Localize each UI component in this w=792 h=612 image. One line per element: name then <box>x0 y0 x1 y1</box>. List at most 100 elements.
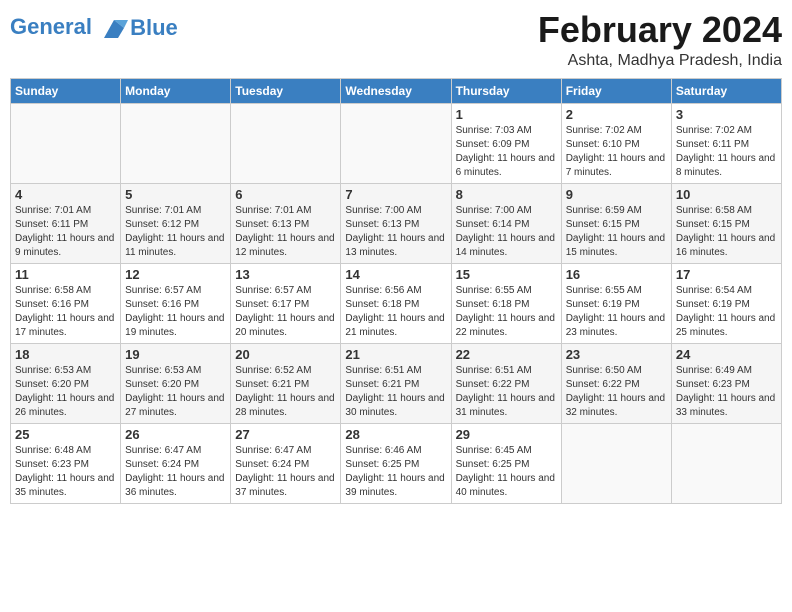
day-number: 25 <box>15 427 116 442</box>
calendar-cell: 1Sunrise: 7:03 AM Sunset: 6:09 PM Daylig… <box>451 103 561 183</box>
calendar-week-row: 11Sunrise: 6:58 AM Sunset: 6:16 PM Dayli… <box>11 263 782 343</box>
day-number: 18 <box>15 347 116 362</box>
col-header-monday: Monday <box>121 78 231 103</box>
day-number: 10 <box>676 187 777 202</box>
day-number: 24 <box>676 347 777 362</box>
day-info: Sunrise: 6:51 AM Sunset: 6:22 PM Dayligh… <box>456 364 557 420</box>
calendar-week-row: 18 Sunrise: 6:53 AM Sunset: 6:20 PM Dayli… <box>11 343 782 423</box>
calendar-cell <box>341 103 451 183</box>
logo-general: General <box>10 14 92 39</box>
day-number: 11 <box>15 267 116 282</box>
calendar-week-row: 4 Sunrise: 7:01 AM Sunset: 6:11 PM Daylig… <box>11 183 782 263</box>
calendar-cell: 20 Sunrise: 6:52 AM Sunset: 6:21 PM Dayli… <box>231 343 341 423</box>
day-number: 2 <box>566 107 667 122</box>
calendar-cell: 15Sunrise: 6:55 AM Sunset: 6:18 PM Dayli… <box>451 263 561 343</box>
day-info: Sunrise: 6:57 AM Sunset: 6:16 PM Dayligh… <box>125 284 226 340</box>
day-info: Sunrise: 6:50 AM Sunset: 6:22 PM Dayligh… <box>566 364 667 420</box>
calendar-cell: 17 Sunrise: 6:54 AM Sunset: 6:19 PM Dayli… <box>671 263 781 343</box>
day-info: Sunrise: 6:51 AM Sunset: 6:21 PM Dayligh… <box>345 364 446 420</box>
day-number: 21 <box>345 347 446 362</box>
calendar-cell: 18Sunrise: 6:53 AM Sunset: 6:20 PM Dayli… <box>11 343 121 423</box>
day-info: Sunrise: 7:01 AM Sunset: 6:12 PM Dayligh… <box>125 204 226 260</box>
day-number: 15 <box>456 267 557 282</box>
day-number: 13 <box>235 267 336 282</box>
day-info: Sunrise: 7:02 AM Sunset: 6:10 PM Dayligh… <box>566 124 667 180</box>
day-info: Sunrise: 6:49 AM Sunset: 6:23 PM Dayligh… <box>676 364 777 420</box>
day-info: Sunrise: 6:45 AM Sunset: 6:25 PM Dayligh… <box>456 444 557 500</box>
day-info: Sunrise: 7:01 AM Sunset: 6:13 PM Dayligh… <box>235 204 336 260</box>
day-number: 22 <box>456 347 557 362</box>
day-info: Sunrise: 7:03 AM Sunset: 6:09 PM Dayligh… <box>456 124 557 180</box>
title-block: February 2024 Ashta, Madhya Pradesh, Ind… <box>538 10 782 70</box>
day-info: Sunrise: 6:46 AM Sunset: 6:25 PM Dayligh… <box>345 444 446 500</box>
day-info: Sunrise: 7:02 AM Sunset: 6:11 PM Dayligh… <box>676 124 777 180</box>
day-info: Sunrise: 6:47 AM Sunset: 6:24 PM Dayligh… <box>125 444 226 500</box>
day-info: Sunrise: 7:00 AM Sunset: 6:13 PM Dayligh… <box>345 204 446 260</box>
calendar-cell: 27 Sunrise: 6:47 AM Sunset: 6:24 PM Dayli… <box>231 423 341 503</box>
calendar-cell: 28Sunrise: 6:46 AM Sunset: 6:25 PM Dayli… <box>341 423 451 503</box>
calendar-cell <box>11 103 121 183</box>
calendar-cell: 29 Sunrise: 6:45 AM Sunset: 6:25 PM Dayli… <box>451 423 561 503</box>
day-number: 6 <box>235 187 336 202</box>
day-number: 29 <box>456 427 557 442</box>
day-number: 19 <box>125 347 226 362</box>
day-info: Sunrise: 6:56 AM Sunset: 6:18 PM Dayligh… <box>345 284 446 340</box>
day-number: 12 <box>125 267 226 282</box>
day-number: 4 <box>15 187 116 202</box>
calendar-cell: 3 Sunrise: 7:02 AM Sunset: 6:11 PM Daylig… <box>671 103 781 183</box>
calendar-cell: 2 Sunrise: 7:02 AM Sunset: 6:10 PM Daylig… <box>561 103 671 183</box>
calendar-cell: 10 Sunrise: 6:58 AM Sunset: 6:15 PM Dayli… <box>671 183 781 263</box>
day-number: 17 <box>676 267 777 282</box>
day-number: 5 <box>125 187 226 202</box>
calendar-cell: 6 Sunrise: 7:01 AM Sunset: 6:13 PM Daylig… <box>231 183 341 263</box>
day-info: Sunrise: 6:59 AM Sunset: 6:15 PM Dayligh… <box>566 204 667 260</box>
calendar-cell: 25 Sunrise: 6:48 AM Sunset: 6:23 PM Dayli… <box>11 423 121 503</box>
day-info: Sunrise: 6:55 AM Sunset: 6:19 PM Dayligh… <box>566 284 667 340</box>
day-info: Sunrise: 7:01 AM Sunset: 6:11 PM Dayligh… <box>15 204 116 260</box>
day-info: Sunrise: 6:58 AM Sunset: 6:15 PM Dayligh… <box>676 204 777 260</box>
calendar-cell: 19 Sunrise: 6:53 AM Sunset: 6:20 PM Dayli… <box>121 343 231 423</box>
calendar-cell <box>121 103 231 183</box>
calendar-cell: 14 Sunrise: 6:56 AM Sunset: 6:18 PM Dayli… <box>341 263 451 343</box>
calendar-cell: 26 Sunrise: 6:47 AM Sunset: 6:24 PM Dayli… <box>121 423 231 503</box>
calendar-cell <box>231 103 341 183</box>
day-number: 14 <box>345 267 446 282</box>
col-header-sunday: Sunday <box>11 78 121 103</box>
day-number: 27 <box>235 427 336 442</box>
day-info: Sunrise: 6:47 AM Sunset: 6:24 PM Dayligh… <box>235 444 336 500</box>
day-number: 8 <box>456 187 557 202</box>
col-header-tuesday: Tuesday <box>231 78 341 103</box>
day-number: 9 <box>566 187 667 202</box>
calendar-cell: 13 Sunrise: 6:57 AM Sunset: 6:17 PM Dayli… <box>231 263 341 343</box>
calendar-cell: 12 Sunrise: 6:57 AM Sunset: 6:16 PM Dayli… <box>121 263 231 343</box>
calendar-header-row: SundayMondayTuesdayWednesdayThursdayFrid… <box>11 78 782 103</box>
day-number: 26 <box>125 427 226 442</box>
calendar-cell <box>671 423 781 503</box>
col-header-thursday: Thursday <box>451 78 561 103</box>
day-number: 23 <box>566 347 667 362</box>
day-info: Sunrise: 6:52 AM Sunset: 6:21 PM Dayligh… <box>235 364 336 420</box>
calendar-cell: 4 Sunrise: 7:01 AM Sunset: 6:11 PM Daylig… <box>11 183 121 263</box>
calendar-cell: 24 Sunrise: 6:49 AM Sunset: 6:23 PM Dayli… <box>671 343 781 423</box>
calendar-cell: 21 Sunrise: 6:51 AM Sunset: 6:21 PM Dayli… <box>341 343 451 423</box>
day-number: 16 <box>566 267 667 282</box>
logo-text: General <box>10 14 128 42</box>
calendar-week-row: 25 Sunrise: 6:48 AM Sunset: 6:23 PM Dayli… <box>11 423 782 503</box>
col-header-wednesday: Wednesday <box>341 78 451 103</box>
calendar-cell <box>561 423 671 503</box>
col-header-friday: Friday <box>561 78 671 103</box>
day-number: 20 <box>235 347 336 362</box>
col-header-saturday: Saturday <box>671 78 781 103</box>
day-info: Sunrise: 6:57 AM Sunset: 6:17 PM Dayligh… <box>235 284 336 340</box>
calendar-cell: 9 Sunrise: 6:59 AM Sunset: 6:15 PM Daylig… <box>561 183 671 263</box>
logo-blue: Blue <box>130 16 178 40</box>
calendar-cell: 7Sunrise: 7:00 AM Sunset: 6:13 PM Daylig… <box>341 183 451 263</box>
day-number: 3 <box>676 107 777 122</box>
calendar-cell: 22 Sunrise: 6:51 AM Sunset: 6:22 PM Dayli… <box>451 343 561 423</box>
day-info: Sunrise: 6:54 AM Sunset: 6:19 PM Dayligh… <box>676 284 777 340</box>
location: Ashta, Madhya Pradesh, India <box>538 52 782 70</box>
day-info: Sunrise: 6:48 AM Sunset: 6:23 PM Dayligh… <box>15 444 116 500</box>
calendar-week-row: 1Sunrise: 7:03 AM Sunset: 6:09 PM Daylig… <box>11 103 782 183</box>
day-info: Sunrise: 6:53 AM Sunset: 6:20 PM Dayligh… <box>125 364 226 420</box>
calendar-cell: 16 Sunrise: 6:55 AM Sunset: 6:19 PM Dayli… <box>561 263 671 343</box>
